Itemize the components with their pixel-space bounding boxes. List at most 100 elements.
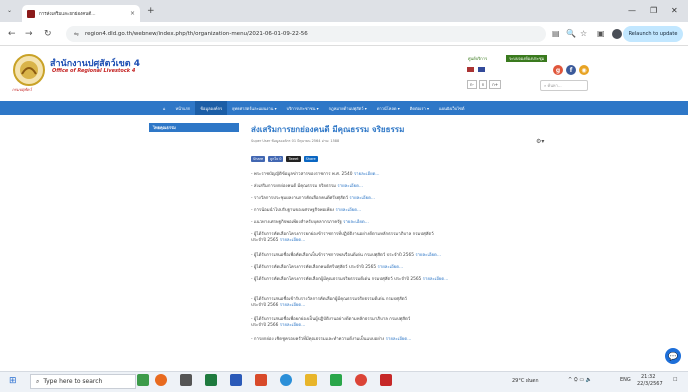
search-placeholder: ค้นหา... xyxy=(547,83,562,88)
tab-search-chevron-icon[interactable]: ⌄ xyxy=(7,7,12,14)
list-item: ประจำปี 2566 รายละเอียด... xyxy=(251,323,306,328)
windows-start-icon[interactable]: ⊞ xyxy=(9,376,17,386)
font-normal-button[interactable]: ก xyxy=(478,80,488,89)
nav-item-law[interactable]: กฎหมายด้านปศุสัตว์ ▾ xyxy=(324,101,372,115)
bookmark-star-icon[interactable]: ☆ xyxy=(580,29,587,38)
more-link[interactable]: รายละเอียด... xyxy=(415,253,441,258)
list-item: - พระราชบัญญัติข้อมูลข่าวสารของราชการ พ.… xyxy=(251,172,380,177)
close-window-icon[interactable]: ✕ xyxy=(671,6,678,15)
font-smaller-button[interactable]: ก- xyxy=(467,80,477,89)
url-text: region4.dld.go.th/webnew/index.php/th/or… xyxy=(85,31,308,37)
powerpoint-icon[interactable] xyxy=(255,374,267,386)
clock-date[interactable]: 22/3/2567 xyxy=(637,381,663,387)
more-link[interactable]: รายละเอียด... xyxy=(280,238,306,243)
thai-flag-icon[interactable] xyxy=(467,67,474,72)
browser-tab[interactable]: การส่งเสริมและยกย่องคนดี... × xyxy=(22,5,140,22)
article-options-gear-icon[interactable]: ⚙▾ xyxy=(536,138,544,145)
nav-home-icon[interactable]: ⌂ xyxy=(158,101,171,115)
word-icon[interactable] xyxy=(230,374,242,386)
site-subtitle: Office of Regional Livestock 4 xyxy=(52,68,136,74)
weather-status[interactable]: 29°C ฝนตก xyxy=(512,377,539,385)
sidebar-heading[interactable]: ไทยคุณธรรม xyxy=(149,123,239,132)
input-language[interactable]: ENG xyxy=(620,377,631,383)
zoom-icon[interactable]: 🔍 xyxy=(566,29,576,38)
font-larger-button[interactable]: ก+ xyxy=(489,80,502,89)
list-item: - ผู้ได้รับการเสนอชื่อเพื่อคัดเลือกเป็นข… xyxy=(251,253,441,258)
notification-icon[interactable]: ☐ xyxy=(673,377,677,383)
relaunch-button[interactable]: Relaunch to update xyxy=(623,26,683,42)
list-item: ประจำปี 2565 รายละเอียด... xyxy=(251,238,306,243)
list-item: - แนวทางเศรษฐกิจพอเพียงสำหรับบุคลากรภาคร… xyxy=(251,220,369,225)
avatar-app-icon[interactable] xyxy=(155,374,167,386)
search-icon: ⌕ xyxy=(36,377,40,385)
english-flag-icon[interactable] xyxy=(478,67,485,72)
excel-icon[interactable] xyxy=(205,374,217,386)
site-search-input[interactable]: ⌕ ค้นหา... xyxy=(540,80,588,91)
nav-item-strategy[interactable]: ยุทธศาสตร์และแผนงาน ▾ xyxy=(227,101,281,115)
file-explorer-icon[interactable] xyxy=(305,374,317,386)
widget-app-icon[interactable] xyxy=(137,374,149,386)
nav-item-contact[interactable]: ติดต่อเรา ▾ xyxy=(405,101,434,115)
forward-arrow-icon[interactable]: → xyxy=(25,29,33,39)
site-favicon-icon xyxy=(27,9,35,18)
task-view-icon[interactable] xyxy=(180,374,192,386)
more-link[interactable]: รายละเอียด... xyxy=(335,208,361,213)
edge-icon[interactable] xyxy=(280,374,292,386)
more-link[interactable]: รายละเอียด... xyxy=(343,220,369,225)
language-switcher xyxy=(467,67,485,72)
pdf-reader-icon[interactable] xyxy=(380,374,392,386)
more-link[interactable]: รายละเอียด... xyxy=(349,196,375,201)
restore-icon[interactable]: ❐ xyxy=(650,6,657,15)
social-links: g f ◉ xyxy=(553,65,589,75)
service-center-link[interactable]: ศูนย์บริการ xyxy=(468,55,487,62)
side-panel-icon[interactable]: ▣ xyxy=(597,29,605,38)
translate-icon[interactable]: ▤ xyxy=(552,29,560,38)
more-link[interactable]: รายละเอียด... xyxy=(280,323,306,328)
list-item: - การน้อมนำไปปรับฐานของเศรษฐกิจพอเพียง ร… xyxy=(251,208,362,213)
meeting-room-link[interactable]: ระบบจองห้องประชุม xyxy=(506,55,548,62)
chat-bubble-icon[interactable]: 💬 xyxy=(665,348,681,364)
nav-item-home[interactable]: หน้าแรก xyxy=(171,101,196,115)
minimize-icon[interactable]: — xyxy=(628,6,636,15)
linkedin-share-button[interactable]: Share xyxy=(303,156,318,162)
article-meta: Super User ข้อมูลองค์กร 01 มิถุนายน 2564… xyxy=(251,139,340,143)
chrome-icon[interactable] xyxy=(355,374,367,386)
list-item: - การยกย่อง เชิดชูครอบครัวที่มีคุณธรรมแล… xyxy=(251,337,412,342)
more-link[interactable]: รายละเอียด... xyxy=(378,265,404,270)
line-app-icon[interactable] xyxy=(330,374,342,386)
list-item: - รางวัลการประชุมผลงานการคัดเลือกคนดีศรี… xyxy=(251,196,375,201)
more-link[interactable]: รายละเอียด... xyxy=(337,184,363,189)
list-item: - ผู้ได้รับการคัดเลือกโครงการคัดเลือกคนด… xyxy=(251,265,404,270)
facebook-icon[interactable]: f xyxy=(566,65,576,75)
site-info-icon[interactable]: ⇋ xyxy=(74,31,79,38)
reload-icon[interactable]: ↻ xyxy=(44,29,52,39)
share-buttons: Share ถูกใจ 0 Tweet Share xyxy=(251,156,318,162)
more-link[interactable]: รายละเอียด... xyxy=(386,337,412,342)
facebook-like-button[interactable]: ถูกใจ 0 xyxy=(268,156,284,162)
taskbar-search-placeholder: Type here to search xyxy=(43,378,103,385)
more-link[interactable]: รายละเอียด... xyxy=(354,172,380,177)
tab-title: การส่งเสริมและยกย่องคนดี... xyxy=(39,12,96,17)
taskbar-search-input[interactable]: ⌕ Type here to search xyxy=(30,374,136,389)
close-tab-icon[interactable]: × xyxy=(130,10,135,17)
list-item: - ส่งเสริมการยกย่องคนดี มีคุณธรรม จริยธร… xyxy=(251,184,364,189)
logo-caption: กรมปศุสัตว์ xyxy=(12,87,32,92)
list-item: - ผู้ได้รับการคัดเลือกโครงการคัดเลือกผู้… xyxy=(251,277,449,282)
more-link[interactable]: รายละเอียด... xyxy=(280,303,306,308)
clock-time[interactable]: 21:32 xyxy=(641,374,655,380)
nav-item-download[interactable]: ดาวน์โหลด ▾ xyxy=(372,101,405,115)
profile-avatar[interactable] xyxy=(612,29,622,39)
social-gplus-icon[interactable]: g xyxy=(553,65,563,75)
facebook-share-button[interactable]: Share xyxy=(251,156,266,162)
system-tray-icons[interactable]: ^ ⛭ ▭ 🔈 xyxy=(568,377,592,383)
rss-icon[interactable]: ◉ xyxy=(579,65,589,75)
new-tab-plus-icon[interactable]: + xyxy=(147,6,155,16)
address-bar[interactable]: ⇋ region4.dld.go.th/webnew/index.php/th/… xyxy=(66,26,546,42)
back-arrow-icon[interactable]: ← xyxy=(8,29,16,39)
more-link[interactable]: รายละเอียด... xyxy=(423,277,449,282)
nav-item-organization[interactable]: ข้อมูลองค์กร xyxy=(195,101,228,115)
tweet-button[interactable]: Tweet xyxy=(286,156,301,162)
nav-item-services[interactable]: บริการประชาชน ▾ xyxy=(282,101,324,115)
article-title: ส่งเสริมการยกย่องคนดี มีคุณธรรม จริยธรรม xyxy=(251,125,405,134)
nav-item-sitemap[interactable]: แผนผังเว็บไซต์ xyxy=(434,101,469,115)
